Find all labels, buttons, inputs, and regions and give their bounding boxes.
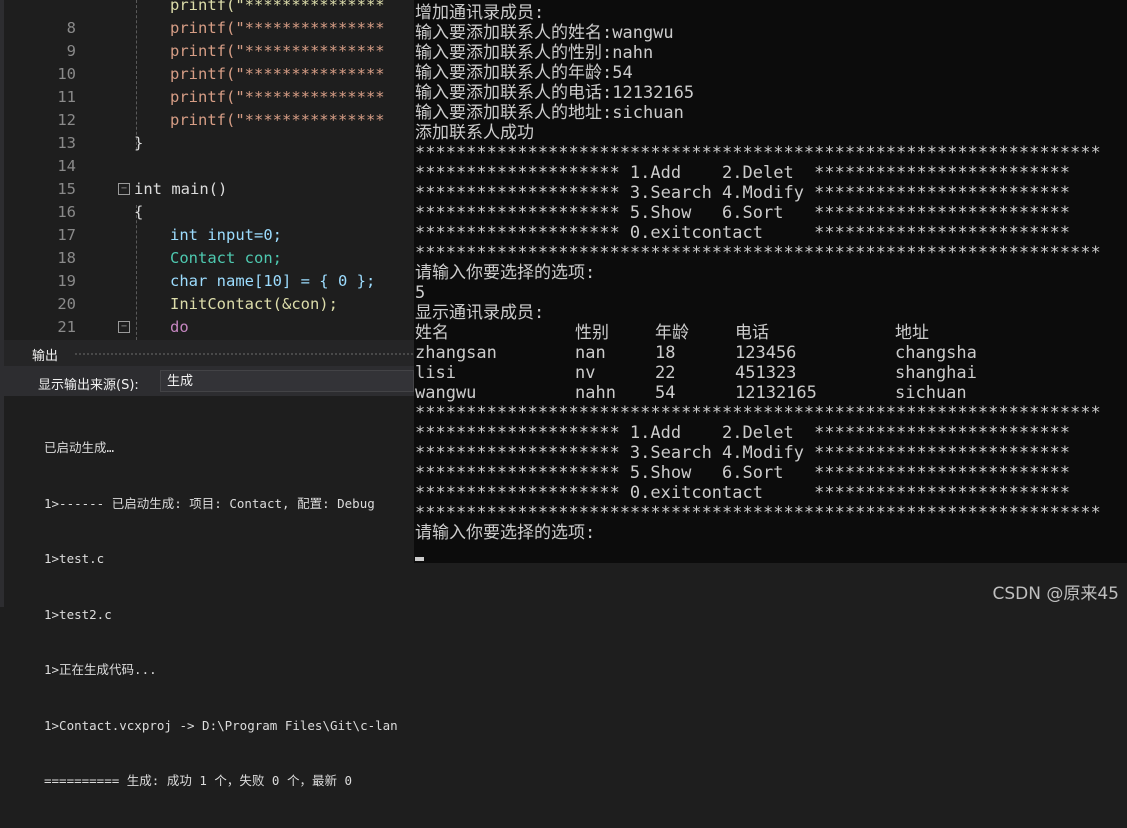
table-cell: changsha — [895, 343, 977, 363]
drag-handle[interactable] — [74, 352, 414, 356]
table-cell: lisi — [415, 363, 456, 383]
code-text: do — [170, 318, 189, 336]
code-line[interactable]: 9 printf("*************** — [4, 17, 414, 60]
output-panel: 输出 显示输出来源(S): 生成 已启动生成… 1>------ 已启动生成: … — [4, 340, 414, 788]
output-source-row: 显示输出来源(S): 生成 — [4, 366, 414, 396]
code-line[interactable]: 21 InitContact(&con); — [4, 293, 414, 336]
watermark: CSDN @原来45 — [992, 584, 1119, 604]
output-panel-title: 输出 — [32, 349, 59, 364]
console-line: 添加联系人成功 — [415, 123, 534, 143]
output-line: ========== 生成: 成功 1 个，失败 0 个，最新 0 — [44, 773, 353, 788]
code-text: printf("*************** — [170, 65, 385, 83]
menu-row: ******************** 0.exitcontact *****… — [415, 223, 1071, 243]
console-window[interactable]: 增加通讯录成员: 输入要添加联系人的姓名:wangwu 输入要添加联系人的性别:… — [414, 0, 1127, 563]
table-cell: nv — [575, 363, 596, 383]
collapse-icon[interactable]: − — [118, 183, 130, 195]
console-line: 输入要添加联系人的年龄:54 — [415, 63, 633, 83]
menu-row: ******************** 3.Search 4.Modify *… — [415, 443, 1071, 463]
code-text: printf("*************** — [170, 111, 385, 129]
code-text: Contact con; — [170, 249, 282, 267]
output-log[interactable]: 已启动生成… 1>------ 已启动生成: 项目: Contact, 配置: … — [44, 402, 414, 828]
choose-prompt: 请输入你要选择的选项: — [415, 263, 596, 283]
choose-prompt: 请输入你要选择的选项: — [415, 523, 596, 543]
code-text: InitContact(&con); — [170, 295, 338, 313]
code-text: char name[10] = { 0 }; — [170, 272, 376, 290]
menu-row: ******************** 1.Add 2.Delet *****… — [415, 163, 1071, 183]
code-line[interactable]: 20 char name[10] = { 0 }; — [4, 270, 414, 313]
table-header-sex: 性别 — [575, 323, 609, 343]
code-text: } — [134, 134, 144, 152]
menu-row: ******************** 5.Show 6.Sort *****… — [415, 203, 1071, 223]
console-line: 输入要添加联系人的电话:12132165 — [415, 83, 695, 103]
table-header-age: 年龄 — [655, 323, 689, 343]
table-cell: zhangsan — [415, 343, 497, 363]
code-line[interactable]: 19 Contact con; — [4, 247, 414, 290]
output-line: 1>Contact.vcxproj -> D:\Program Files\Gi… — [44, 717, 398, 733]
output-line: 1>test2.c — [44, 606, 112, 622]
table-cell: 123456 — [735, 343, 797, 363]
menu-row: ******************** 3.Search 4.Modify *… — [415, 183, 1071, 203]
code-line[interactable]: 14 } — [4, 132, 414, 175]
code-text: printf("*************** — [170, 88, 385, 106]
menu-border: ****************************************… — [415, 503, 1101, 523]
code-text: printf("*************** — [170, 0, 385, 14]
menu-border: ****************************************… — [415, 403, 1101, 423]
output-line: 1>正在生成代码... — [44, 662, 157, 677]
choice-input: 5 — [415, 283, 426, 303]
menu-row: ******************** 0.exitcontact *****… — [415, 483, 1071, 503]
code-line[interactable]: 13 printf("*************** — [4, 109, 414, 152]
table-header-name: 姓名 — [415, 323, 449, 343]
collapse-icon[interactable]: − — [118, 321, 130, 333]
code-text: printf("*************** — [170, 42, 385, 60]
table-cell: 18 — [655, 343, 676, 363]
table-cell: shanghai — [895, 363, 977, 383]
code-line[interactable]: 8 printf("*************** — [4, 0, 414, 37]
output-source-dropdown[interactable]: 生成 — [160, 370, 414, 392]
code-line[interactable]: 22 − do — [4, 316, 414, 339]
output-source-label: 显示输出来源(S): — [38, 378, 139, 393]
output-line: 1>------ 已启动生成: 项目: Contact, 配置: Debug — [44, 495, 375, 511]
table-cell: nan — [575, 343, 606, 363]
table-cell: 12132165 — [735, 383, 817, 403]
code-line[interactable]: 16 − int main() — [4, 178, 414, 221]
table-header-tel: 电话 — [735, 323, 769, 343]
code-line[interactable]: 15 — [4, 155, 414, 198]
table-cell: nahn — [575, 383, 616, 403]
table-cell: 451323 — [735, 363, 797, 383]
table-cell: 22 — [655, 363, 676, 383]
code-line[interactable]: 10 printf("*************** — [4, 40, 414, 83]
menu-row: ******************** 1.Add 2.Delet *****… — [415, 423, 1071, 443]
table-cell: sichuan — [895, 383, 967, 403]
show-header: 显示通讯录成员: — [415, 303, 545, 323]
code-line[interactable]: 17 { — [4, 201, 414, 244]
console-line: 输入要添加联系人的地址:sichuan — [415, 103, 684, 123]
table-cell: 54 — [655, 383, 676, 403]
console-line: 输入要添加联系人的性别:nahn — [415, 43, 654, 63]
table-header-addr: 地址 — [895, 323, 929, 343]
code-text: printf("*************** — [170, 19, 385, 37]
code-line[interactable]: 11 printf("*************** — [4, 63, 414, 106]
code-line[interactable]: 18 int input=0; — [4, 224, 414, 267]
console-line: 增加通讯录成员: — [415, 3, 545, 23]
menu-border: ****************************************… — [415, 143, 1101, 163]
console-line: 输入要添加联系人的姓名:wangwu — [415, 23, 674, 43]
menu-row: ******************** 5.Show 6.Sort *****… — [415, 463, 1071, 483]
code-text: { — [134, 203, 144, 221]
code-text: int main() — [134, 180, 228, 198]
table-cell: wangwu — [415, 383, 477, 403]
menu-border: ****************************************… — [415, 243, 1101, 263]
output-line: 1>test.c — [44, 551, 105, 566]
output-panel-header[interactable]: 输出 — [4, 340, 414, 366]
output-line: 已启动生成… — [44, 440, 115, 455]
text-cursor — [415, 557, 424, 561]
code-editor[interactable]: 8 printf("*************** 9 printf("****… — [4, 0, 414, 340]
code-line[interactable]: 12 printf("*************** — [4, 86, 414, 129]
code-text: int input=0; — [170, 226, 282, 244]
